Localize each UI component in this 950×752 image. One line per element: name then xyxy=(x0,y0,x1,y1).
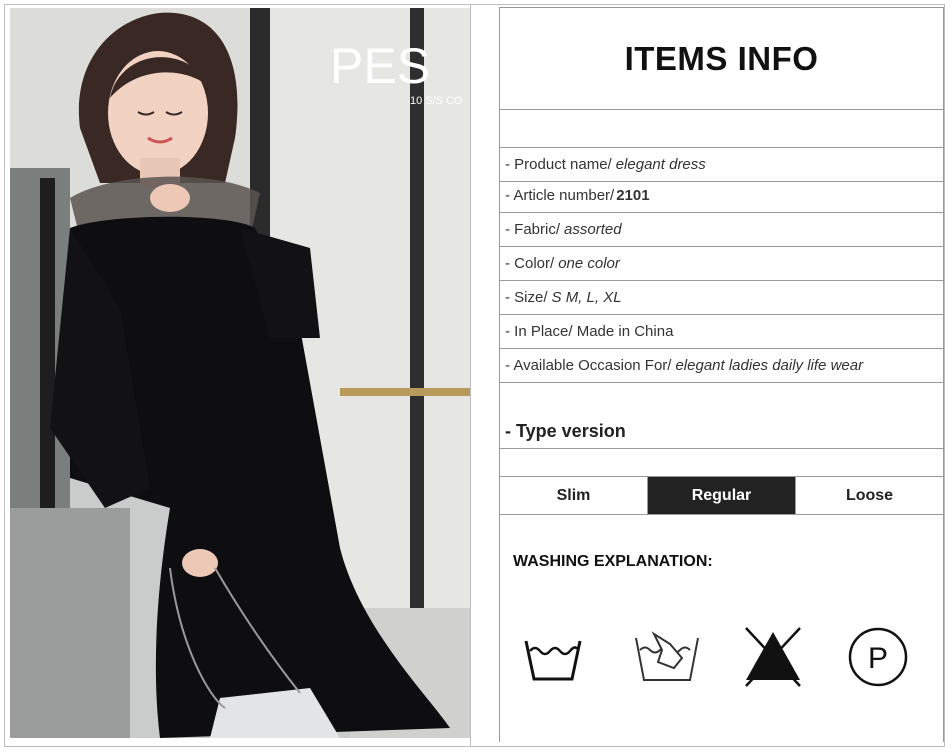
info-value: assorted xyxy=(564,221,622,238)
info-value: S M, L, XL xyxy=(551,289,622,306)
info-label: - Article number/ xyxy=(505,187,615,204)
hand-wash-icon xyxy=(612,617,722,697)
info-label: - Product name/ xyxy=(505,156,612,173)
dress-model-image: PES 10 S/S CO xyxy=(10,8,470,738)
type-version-heading: - Type version xyxy=(500,383,943,449)
product-photo: PES 10 S/S CO xyxy=(10,8,470,738)
items-info-panel: ITEMS INFO - Product name/ elegant dress… xyxy=(499,7,944,742)
fit-option-slim: Slim xyxy=(500,477,648,514)
fit-options: Slim Regular Loose xyxy=(500,477,943,515)
sign-subtext: 10 S/S CO xyxy=(410,95,463,107)
title-spacer xyxy=(500,110,943,148)
info-label: - Fabric/ xyxy=(505,221,561,238)
info-row-fabric: - Fabric/ assorted xyxy=(500,213,943,247)
photo-divider xyxy=(470,5,471,747)
fit-option-loose: Loose xyxy=(845,486,894,504)
info-row-color: - Color/ one color xyxy=(500,247,943,281)
info-label: - Available Occasion For/ xyxy=(505,357,672,374)
info-value: elegant ladies daily life wear xyxy=(675,357,864,374)
sign-text: PES xyxy=(330,38,430,94)
type-spacer xyxy=(500,449,943,477)
info-value: 2101 xyxy=(616,187,650,204)
info-value: one color xyxy=(558,255,620,272)
info-label: - Size/ xyxy=(505,289,548,306)
info-row-size: - Size/ S M, L, XL xyxy=(500,281,943,315)
info-row-product-name: - Product name/ elegant dress xyxy=(500,148,943,182)
info-row-article-number: - Article number/ 2101 xyxy=(500,179,943,213)
dry-clean-p-icon: P xyxy=(833,617,923,697)
info-row-place: - In Place/ Made in China xyxy=(500,315,943,349)
no-bleach-icon xyxy=(728,617,818,697)
page-title: ITEMS INFO xyxy=(500,7,943,110)
info-label: - Color/ xyxy=(505,255,555,272)
svg-text:P: P xyxy=(868,642,888,675)
fit-option-regular: Regular xyxy=(648,477,796,514)
washing-title: WASHING EXPLANATION: xyxy=(513,553,713,570)
info-label: - In Place/ Made in China xyxy=(505,323,674,340)
wash-tub-icon xyxy=(508,617,598,697)
info-value: elegant dress xyxy=(615,156,706,173)
info-row-occasion: - Available Occasion For/ elegant ladies… xyxy=(500,349,943,383)
